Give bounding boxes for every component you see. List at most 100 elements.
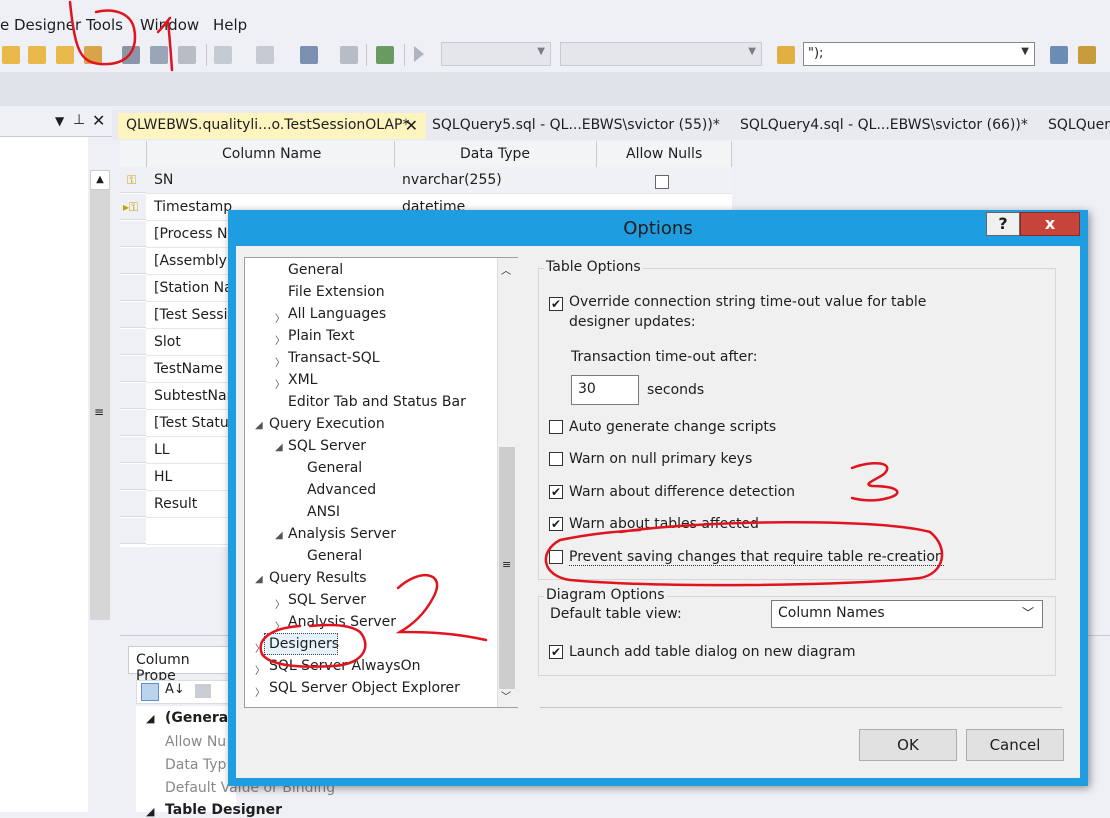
table-row-name[interactable]: TestName: [154, 361, 223, 377]
launch-add-table-checkbox[interactable]: ✔: [549, 645, 563, 659]
activity-monitor-icon[interactable]: [376, 46, 394, 64]
table-row-name[interactable]: Result: [154, 496, 197, 512]
ok-button[interactable]: OK: [859, 729, 957, 761]
chevron-right-icon[interactable]: 〉: [255, 640, 265, 655]
chevron-right-icon[interactable]: 〉: [255, 662, 265, 677]
table-row-name[interactable]: HL: [154, 469, 172, 485]
tree-node-ansi[interactable]: ANSI: [307, 504, 340, 520]
dmx-query-icon[interactable]: [56, 46, 74, 64]
menu-designer[interactable]: e Designer: [0, 16, 81, 34]
chevron-right-icon[interactable]: 〉: [275, 376, 285, 391]
find-icon[interactable]: [1050, 46, 1068, 64]
tree-node-advanced[interactable]: Advanced: [307, 482, 376, 498]
mdx-query-icon[interactable]: [28, 46, 46, 64]
row-selector[interactable]: [120, 410, 146, 436]
solution-platforms-combo[interactable]: ▼: [560, 42, 762, 66]
header-data-type[interactable]: Data Type: [460, 146, 530, 162]
timeout-input[interactable]: 30: [571, 375, 639, 405]
warn-tables-checkbox[interactable]: ✔: [549, 517, 563, 531]
close-button[interactable]: x: [1020, 212, 1080, 236]
tab-table-designer[interactable]: QLWEBWS.qualityli...o.TestSessionOLAP* ✕: [118, 113, 426, 139]
menu-window[interactable]: Window: [140, 16, 199, 34]
row-selector[interactable]: [120, 437, 146, 463]
find-in-files-icon[interactable]: [777, 46, 795, 64]
property-allow-nulls[interactable]: Allow Nu: [165, 734, 226, 750]
tree-node-editor-tab[interactable]: Editor Tab and Status Bar: [288, 394, 466, 410]
table-row-name[interactable]: [Process Na: [154, 226, 236, 242]
table-row-name[interactable]: LL: [154, 442, 170, 458]
tab-sqlquery[interactable]: SQLQuery: [1040, 113, 1110, 139]
chevron-right-icon[interactable]: 〉: [275, 310, 285, 325]
tree-node-general[interactable]: General: [288, 262, 343, 278]
scroll-down-icon[interactable]: ﹀: [501, 688, 511, 703]
pin-icon[interactable]: ⊥: [73, 112, 85, 128]
collapse-icon[interactable]: ◢: [146, 712, 154, 725]
tree-node-file-extension[interactable]: File Extension: [288, 284, 385, 300]
table-row-name[interactable]: SN: [154, 172, 173, 188]
warn-difference-checkbox[interactable]: ✔: [549, 485, 563, 499]
property-pages-icon[interactable]: [195, 684, 211, 698]
warn-null-pk-checkbox[interactable]: [549, 452, 563, 466]
close-icon[interactable]: ✕: [92, 111, 105, 130]
expanded-triangle-icon[interactable]: ◢: [255, 420, 263, 431]
table-row-name[interactable]: Timestamp: [154, 199, 232, 215]
scroll-up-icon[interactable]: ︿: [501, 262, 511, 277]
expanded-triangle-icon[interactable]: ◢: [275, 530, 283, 541]
chevron-right-icon[interactable]: 〉: [255, 684, 265, 699]
properties-icon[interactable]: [1078, 46, 1096, 64]
tree-node-all-languages[interactable]: All Languages: [288, 306, 386, 322]
table-row-name[interactable]: [Test Sessio: [154, 307, 236, 323]
chevron-down-icon[interactable]: ▼: [55, 114, 64, 128]
tree-node-plain-text[interactable]: Plain Text: [288, 328, 354, 344]
column-properties-tab[interactable]: Column Prope: [128, 646, 238, 684]
override-timeout-checkbox[interactable]: ✔: [549, 297, 563, 311]
scroll-up-icon[interactable]: ▲: [90, 170, 110, 190]
menu-tools[interactable]: Tools: [86, 16, 123, 34]
row-selector[interactable]: [120, 329, 146, 355]
table-row-name[interactable]: [Test Status: [154, 415, 236, 431]
header-column-name[interactable]: Column Name: [222, 146, 321, 162]
tree-node-designers[interactable]: Designers: [269, 636, 339, 652]
expanded-triangle-icon[interactable]: ◢: [255, 574, 263, 585]
xmla-query-icon[interactable]: [84, 46, 102, 64]
open-file-icon[interactable]: [2, 46, 20, 64]
tree-node-general[interactable]: General: [307, 460, 362, 476]
row-selector[interactable]: [120, 302, 146, 328]
table-row-name[interactable]: [Station Na: [154, 280, 233, 296]
tree-node-query-results[interactable]: Query Results: [269, 570, 367, 586]
tree-node-transact-sql[interactable]: Transact-SQL: [288, 350, 380, 366]
categorized-icon[interactable]: [141, 683, 159, 701]
table-row-name[interactable]: [Assembly: [154, 253, 227, 269]
table-row-name[interactable]: Slot: [154, 334, 181, 350]
menu-help[interactable]: Help: [213, 16, 247, 34]
tree-node-analysis-server[interactable]: Analysis Server: [288, 614, 396, 630]
tree-node-xml[interactable]: XML: [288, 372, 317, 388]
property-section-table-designer[interactable]: Table Designer: [165, 802, 282, 818]
row-selector[interactable]: [120, 464, 146, 490]
header-allow-nulls[interactable]: Allow Nulls: [626, 146, 702, 162]
default-view-select[interactable]: Column Names ﹀: [771, 600, 1043, 628]
tab-sqlquery5[interactable]: SQLQuery5.sql - QL...EBWS\svictor (55))*: [424, 113, 728, 139]
paste-icon[interactable]: [178, 46, 196, 64]
property-data-type[interactable]: Data Typ: [165, 757, 226, 773]
start-debugging-icon[interactable]: [414, 46, 424, 62]
tree-node-sql-server[interactable]: SQL Server: [288, 592, 366, 608]
tree-node-analysis-server[interactable]: Analysis Server: [288, 526, 396, 542]
row-selector[interactable]: [120, 491, 146, 517]
help-button[interactable]: ?: [986, 212, 1020, 236]
tree-node-sql-server-alwayson[interactable]: SQL Server AlwaysOn: [269, 658, 420, 674]
allow-nulls-checkbox[interactable]: [655, 175, 669, 189]
row-selector[interactable]: [120, 518, 146, 544]
cut-icon[interactable]: [122, 46, 140, 64]
table-row-name[interactable]: SubtestNar: [154, 388, 232, 404]
table-row-type[interactable]: nvarchar(255): [402, 172, 502, 188]
tree-node-sql-server[interactable]: SQL Server: [288, 438, 366, 454]
tab-sqlquery4[interactable]: SQLQuery4.sql - QL...EBWS\svictor (66))*: [732, 113, 1036, 139]
copy-icon[interactable]: [150, 46, 168, 64]
tree-node-general[interactable]: General: [307, 548, 362, 564]
chevron-right-icon[interactable]: 〉: [275, 354, 285, 369]
row-selector[interactable]: [120, 383, 146, 409]
chevron-right-icon[interactable]: 〉: [275, 596, 285, 611]
row-selector[interactable]: [120, 221, 146, 247]
undo-icon[interactable]: [214, 46, 232, 64]
